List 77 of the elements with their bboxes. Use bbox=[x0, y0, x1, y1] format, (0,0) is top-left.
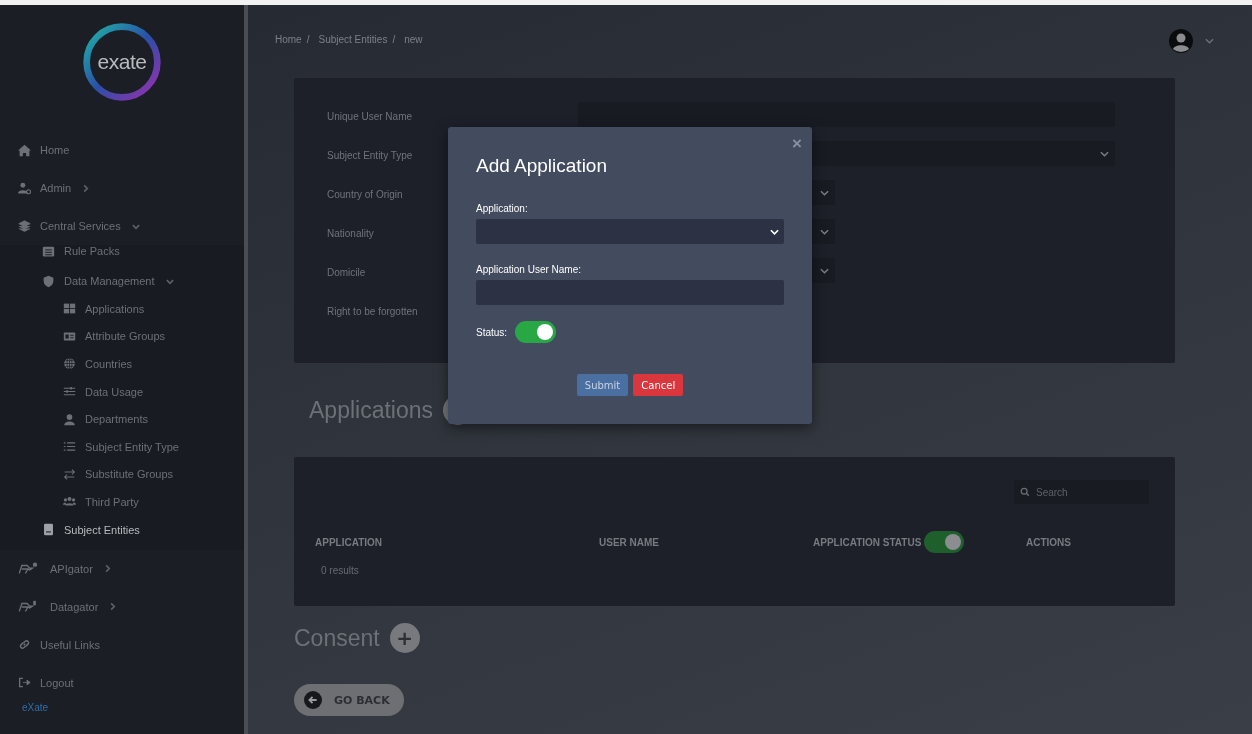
nav-item[interactable]: Substitute Groups bbox=[0, 460, 244, 489]
add-button[interactable]: + bbox=[389, 623, 420, 653]
section-heading: Applications bbox=[309, 396, 434, 424]
field-label: Unique User Name bbox=[327, 110, 413, 122]
caret-icon bbox=[820, 190, 829, 196]
submit-button[interactable]: Submit bbox=[576, 374, 629, 396]
nav-item[interactable]: Central Services bbox=[0, 207, 244, 245]
sign-out-icon bbox=[18, 676, 31, 690]
gator-logo-icon bbox=[18, 561, 38, 576]
nav-item[interactable]: Third Party bbox=[0, 488, 244, 516]
nav-item[interactable]: Rule Packs bbox=[0, 245, 244, 267]
user-name-input[interactable] bbox=[476, 280, 784, 305]
breadcrumb-separator: / bbox=[392, 34, 396, 45]
cancel-button[interactable]: Cancel bbox=[633, 374, 684, 396]
nav-item[interactable]: Departments bbox=[0, 405, 244, 433]
footer-link[interactable]: eXate bbox=[0, 701, 49, 713]
field-label: Application User Name: bbox=[476, 264, 583, 275]
caret-icon bbox=[820, 229, 829, 235]
nav-item[interactable]: Subject Entities bbox=[0, 515, 244, 544]
modal-title: Add Application bbox=[476, 155, 608, 177]
nav-item[interactable]: Datagator bbox=[0, 587, 244, 626]
field-label: Country of Origin bbox=[327, 188, 403, 200]
nav-item[interactable]: Applications bbox=[0, 295, 244, 323]
layers-icon bbox=[18, 219, 31, 233]
nav-item[interactable]: Data Usage bbox=[0, 377, 244, 406]
breadcrumb-separator: / bbox=[306, 34, 310, 45]
globe-icon bbox=[63, 357, 76, 371]
field-label: Right to be forgotten bbox=[327, 305, 418, 317]
house-icon bbox=[18, 143, 31, 157]
nav-item[interactable]: Useful Links bbox=[0, 625, 244, 664]
search-field[interactable]: Search bbox=[1014, 480, 1149, 504]
user-avatar-icon[interactable] bbox=[1169, 29, 1193, 53]
column-header: ACTIONS bbox=[1026, 536, 1071, 548]
results-count: 0 results bbox=[320, 565, 360, 576]
scrollbar[interactable] bbox=[244, 5, 248, 734]
nav-item[interactable]: Logout bbox=[0, 663, 244, 702]
breadcrumb-link[interactable]: Subject Entities bbox=[318, 34, 388, 45]
person-icon bbox=[18, 181, 31, 195]
column-header: APPLICATION STATUS bbox=[813, 536, 922, 548]
status-toggle[interactable] bbox=[924, 531, 965, 553]
breadcrumb-current: new bbox=[404, 34, 423, 45]
field-label: Nationality bbox=[327, 227, 374, 239]
caret-icon bbox=[820, 268, 829, 274]
nav-item[interactable]: Data Management bbox=[0, 267, 244, 295]
nav-item[interactable]: Admin bbox=[0, 169, 244, 207]
field-label: Domicile bbox=[327, 266, 366, 278]
nav-item[interactable]: Countries bbox=[0, 350, 244, 378]
caret-icon bbox=[770, 229, 779, 235]
column-header: APPLICATION bbox=[315, 536, 383, 548]
column-header: USER NAME bbox=[599, 536, 659, 548]
nav-item[interactable]: Attribute Groups bbox=[0, 322, 244, 351]
person-icon bbox=[63, 412, 76, 426]
nav-item[interactable]: APIgator bbox=[0, 549, 244, 588]
people-icon bbox=[63, 495, 76, 509]
search-icon bbox=[1020, 487, 1030, 497]
field-label: Subject Entity Type bbox=[327, 149, 413, 161]
caret-icon bbox=[1100, 151, 1109, 157]
arrow-left-icon bbox=[304, 691, 322, 709]
grid-icon bbox=[63, 302, 76, 316]
gator-logo-icon bbox=[18, 599, 38, 614]
text-input[interactable] bbox=[578, 102, 1115, 127]
book-icon bbox=[42, 523, 55, 537]
id-card-icon bbox=[63, 329, 76, 343]
go-back-button[interactable]: GO BACK bbox=[294, 684, 404, 716]
section-heading: Consent bbox=[294, 624, 380, 652]
field-label: Status: bbox=[476, 326, 508, 338]
caret-icon[interactable] bbox=[1205, 38, 1214, 44]
nav-item[interactable]: Home bbox=[0, 131, 244, 169]
field-label: Application: bbox=[476, 203, 529, 214]
close-button[interactable]: × bbox=[792, 135, 802, 152]
breadcrumb-link[interactable]: Home bbox=[275, 34, 302, 45]
link-icon bbox=[18, 638, 31, 652]
list-icon bbox=[63, 440, 76, 454]
nav-item[interactable]: Subject Entity Type bbox=[0, 432, 244, 461]
status-toggle[interactable] bbox=[515, 321, 557, 343]
swap-icon bbox=[63, 467, 76, 481]
shield-icon bbox=[42, 274, 55, 288]
